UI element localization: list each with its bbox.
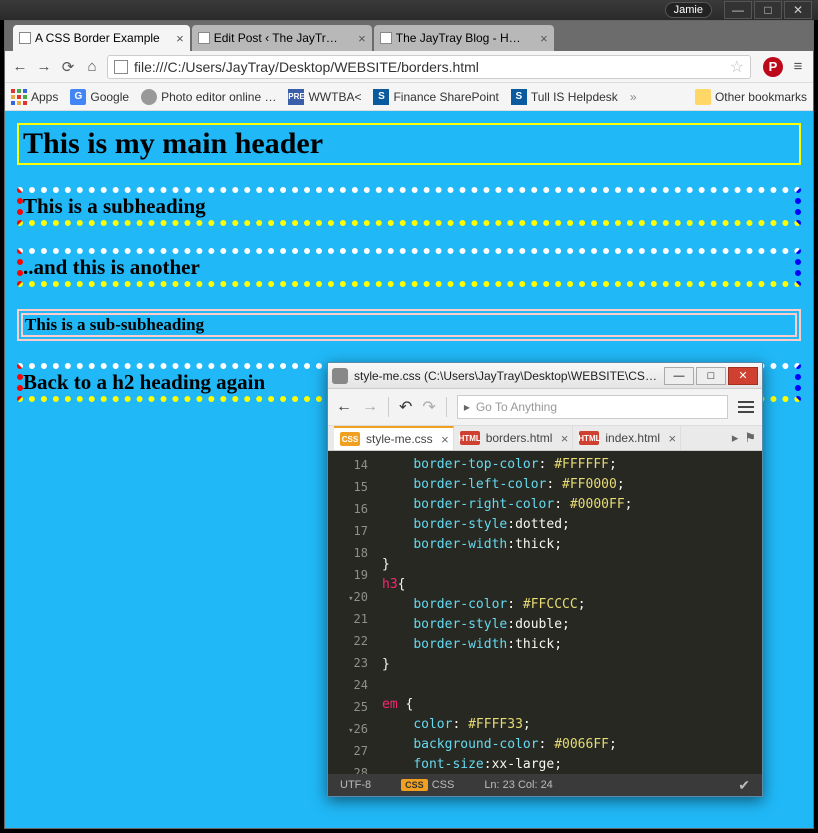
css-badge-icon: CSS <box>340 432 360 446</box>
menu-icon[interactable]: ≡ <box>789 58 807 76</box>
html-badge-icon: HTML <box>460 431 480 445</box>
folder-icon <box>695 89 711 105</box>
minimize-button[interactable]: — <box>724 1 752 19</box>
bookmark-photo[interactable]: Photo editor online … <box>141 89 276 105</box>
editor-tab-label: borders.html <box>486 431 553 445</box>
maximize-button[interactable]: □ <box>754 1 782 19</box>
undo-icon[interactable]: ↶ <box>399 397 412 417</box>
pinterest-icon[interactable]: P <box>763 57 783 77</box>
bookmark-apps[interactable]: Apps <box>11 89 58 105</box>
address-bar[interactable]: file:///C:/Users/JayTray/Desktop/WEBSITE… <box>107 55 751 79</box>
apps-icon <box>11 89 27 105</box>
bookmark-finance[interactable]: SFinance SharePoint <box>373 89 498 105</box>
caret-icon: ▸ <box>464 400 470 414</box>
os-titlebar: Jamie — □ ✕ <box>0 0 818 20</box>
pin-icon[interactable]: ⚑ <box>744 430 756 446</box>
code-area[interactable]: 14 15 16 17 18 19 ▾20 21 22 23 24 25 ▾26… <box>328 451 762 774</box>
separator <box>388 397 389 417</box>
editor-tab[interactable]: HTML index.html × <box>573 426 681 450</box>
forward-icon[interactable]: → <box>362 398 378 416</box>
page-h3: This is a sub-subheading <box>17 309 801 341</box>
close-icon[interactable]: × <box>561 431 569 446</box>
hamburger-icon[interactable] <box>738 401 754 413</box>
close-icon[interactable]: × <box>669 431 677 446</box>
google-icon: G <box>70 89 86 105</box>
chevron-icon[interactable]: » <box>630 90 637 104</box>
favicon-icon <box>380 32 392 44</box>
site-icon <box>141 89 157 105</box>
html-badge-icon: HTML <box>579 431 599 445</box>
forward-icon[interactable]: → <box>35 58 53 76</box>
separator <box>446 397 447 417</box>
app-icon <box>332 368 348 384</box>
site-icon: PRE <box>288 89 304 105</box>
code-text[interactable]: border-top-color: #FFFFFF; border-left-c… <box>374 451 762 774</box>
close-icon[interactable]: × <box>441 432 449 447</box>
tab-label: A CSS Border Example <box>35 31 160 45</box>
close-button[interactable]: ✕ <box>784 1 812 19</box>
tab-label: Edit Post ‹ The JayTray Blo… <box>214 31 342 45</box>
browser-tab[interactable]: The JayTray Blog - Helpin… × <box>374 25 554 51</box>
favicon-icon <box>19 32 31 44</box>
close-icon[interactable]: × <box>176 31 184 46</box>
editor-title: style-me.css (C:\Users\JayTray\Desktop\W… <box>354 369 662 383</box>
bookmark-tull[interactable]: STull IS Helpdesk <box>511 89 618 105</box>
status-bar: UTF-8 CSSCSS Ln: 23 Col: 24 ✔ <box>328 774 762 796</box>
bookmark-google[interactable]: GGoogle <box>70 89 129 105</box>
bookmarks-bar: Apps GGoogle Photo editor online … PREWW… <box>5 83 813 111</box>
editor-tab-active[interactable]: CSS style-me.css × <box>334 426 454 450</box>
favicon-icon <box>198 32 210 44</box>
browser-tab-active[interactable]: A CSS Border Example × <box>13 25 190 51</box>
back-icon[interactable]: ← <box>11 58 29 76</box>
browser-tab[interactable]: Edit Post ‹ The JayTray Blo… × <box>192 25 372 51</box>
check-icon[interactable]: ✔ <box>738 777 750 794</box>
close-button[interactable]: ✕ <box>728 367 758 385</box>
close-icon[interactable]: × <box>358 31 366 46</box>
goto-input[interactable]: ▸ Go To Anything <box>457 395 728 419</box>
editor-titlebar[interactable]: style-me.css (C:\Users\JayTray\Desktop\W… <box>328 363 762 389</box>
sharepoint-icon: S <box>373 89 389 105</box>
url-text: file:///C:/Users/JayTray/Desktop/WEBSITE… <box>134 59 479 75</box>
page-h2: ..and this is another <box>17 248 801 287</box>
browser-toolbar: ← → ⟳ ⌂ file:///C:/Users/JayTray/Desktop… <box>5 51 813 83</box>
editor-tab[interactable]: HTML borders.html × <box>454 426 574 450</box>
tab-label: The JayTray Blog - Helpin… <box>396 31 524 45</box>
status-position: Ln: 23 Col: 24 <box>484 779 553 791</box>
back-icon[interactable]: ← <box>336 398 352 416</box>
editor-tab-label: style-me.css <box>366 432 433 446</box>
editor-window: style-me.css (C:\Users\JayTray\Desktop\W… <box>327 362 763 797</box>
doc-icon <box>114 60 128 74</box>
home-icon[interactable]: ⌂ <box>83 58 101 76</box>
maximize-button[interactable]: □ <box>696 367 726 385</box>
page-h1: This is my main header <box>17 123 801 165</box>
sharepoint-icon: S <box>511 89 527 105</box>
minimize-button[interactable]: — <box>664 367 694 385</box>
page-h2: This is a subheading <box>17 187 801 226</box>
editor-tabs: CSS style-me.css × HTML borders.html × H… <box>328 425 762 451</box>
status-lang: CSSCSS <box>401 779 454 791</box>
redo-icon[interactable]: ↷ <box>422 397 435 417</box>
os-user-badge[interactable]: Jamie <box>665 2 712 18</box>
close-icon[interactable]: × <box>540 31 548 46</box>
chevron-icon[interactable]: ▸ <box>732 430 739 446</box>
status-encoding: UTF-8 <box>340 779 371 791</box>
reload-icon[interactable]: ⟳ <box>59 58 77 76</box>
line-gutter: 14 15 16 17 18 19 ▾20 21 22 23 24 25 ▾26… <box>328 451 374 774</box>
goto-placeholder: Go To Anything <box>476 400 557 414</box>
other-bookmarks[interactable]: Other bookmarks <box>695 89 807 105</box>
editor-toolbar: ← → ↶ ↷ ▸ Go To Anything <box>328 389 762 425</box>
tab-strip: A CSS Border Example × Edit Post ‹ The J… <box>5 21 813 51</box>
star-icon[interactable]: ☆ <box>730 57 744 77</box>
editor-tab-label: index.html <box>605 431 660 445</box>
bookmark-wwtba[interactable]: PREWWTBA< <box>288 89 361 105</box>
